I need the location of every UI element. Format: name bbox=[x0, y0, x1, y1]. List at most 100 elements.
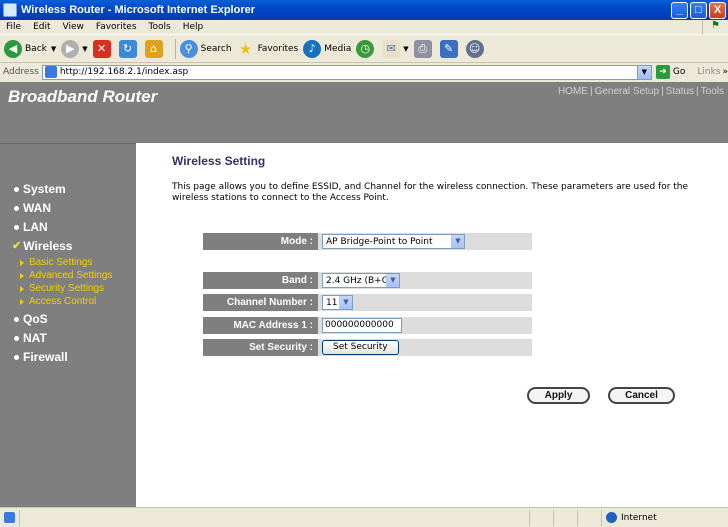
subitem-basic-settings[interactable]: Basic Settings bbox=[12, 256, 112, 269]
mail-dropdown-icon[interactable]: ▼ bbox=[403, 45, 408, 53]
ie-icon bbox=[3, 3, 17, 17]
bullet-icon bbox=[14, 187, 19, 192]
history-button[interactable]: ◷ bbox=[356, 40, 377, 58]
bullet-icon bbox=[14, 206, 19, 211]
checkmark-icon: ✔ bbox=[12, 240, 22, 252]
mac-address-label: MAC Address 1 : bbox=[203, 317, 318, 334]
search-button[interactable]: ⚲ Search bbox=[179, 40, 232, 58]
channel-value: 11 bbox=[326, 297, 338, 308]
channel-label: Channel Number : bbox=[203, 294, 318, 311]
star-icon: ★ bbox=[238, 40, 253, 58]
bullet-icon bbox=[14, 355, 19, 360]
back-dropdown-icon[interactable]: ▼ bbox=[51, 45, 56, 53]
status-icon-area bbox=[0, 509, 20, 526]
triangle-right-icon bbox=[20, 285, 24, 292]
windows-logo-icon: ⚑ bbox=[702, 20, 728, 35]
menu-edit[interactable]: Edit bbox=[27, 22, 56, 32]
subitem-advanced-settings[interactable]: Advanced Settings bbox=[12, 269, 112, 282]
sidebar-item-lan[interactable]: LAN bbox=[12, 218, 112, 237]
mode-select[interactable]: AP Bridge-Point to Point ▼ bbox=[322, 234, 465, 249]
address-url: http://192.168.2.1/index.asp bbox=[59, 67, 189, 77]
page-title: Wireless Setting bbox=[172, 154, 266, 168]
back-arrow-icon: ◀ bbox=[4, 40, 22, 58]
band-select[interactable]: 2.4 GHz (B+G) ▼ bbox=[322, 273, 400, 288]
address-label: Address bbox=[3, 67, 39, 77]
stop-button[interactable]: ✕ bbox=[92, 40, 114, 58]
favorites-button[interactable]: ★ Favorites bbox=[237, 40, 298, 58]
bullet-icon bbox=[14, 317, 19, 322]
nav-divider: | bbox=[696, 86, 699, 97]
nav-home[interactable]: HOME bbox=[558, 86, 588, 97]
chevron-down-icon: ▼ bbox=[451, 235, 464, 248]
media-icon: ♪ bbox=[303, 40, 322, 58]
sidebar-item-label: LAN bbox=[23, 220, 48, 234]
sidebar-item-qos[interactable]: QoS bbox=[12, 310, 112, 329]
menu-help[interactable]: Help bbox=[177, 22, 210, 32]
apply-button[interactable]: Apply bbox=[527, 387, 590, 404]
edit-icon: ✎ bbox=[439, 40, 458, 58]
forward-dropdown-icon[interactable]: ▼ bbox=[82, 45, 87, 53]
maximize-button[interactable]: □ bbox=[690, 1, 707, 19]
menu-file[interactable]: File bbox=[0, 22, 27, 32]
window-title: Wireless Router - Microsoft Internet Exp… bbox=[21, 4, 256, 16]
mac-address-input[interactable]: 000000000000 bbox=[322, 318, 402, 333]
channel-select[interactable]: 11 ▼ bbox=[322, 295, 353, 310]
mail-icon: ✉ bbox=[382, 40, 401, 58]
bullet-icon bbox=[14, 336, 19, 341]
print-icon: ⎙ bbox=[413, 40, 432, 58]
top-nav: HOME | General Setup | Status | Tools bbox=[558, 86, 724, 97]
menu-view[interactable]: View bbox=[57, 22, 90, 32]
sidebar-item-wan[interactable]: WAN bbox=[12, 199, 112, 218]
nav-divider: | bbox=[589, 86, 593, 97]
search-label: Search bbox=[200, 44, 232, 54]
nav-status[interactable]: Status bbox=[666, 86, 694, 97]
edit-button[interactable]: ✎ bbox=[439, 40, 461, 58]
browser-toolbar: ◀ Back ▼ ▶ ▼ ✕ ↻ ⌂ ⚲ Search ★ Favorites … bbox=[0, 36, 728, 63]
menu-tools[interactable]: Tools bbox=[143, 22, 177, 32]
minimize-button[interactable]: _ bbox=[671, 1, 688, 19]
ie-page-icon bbox=[4, 511, 15, 523]
sidebar-item-label: QoS bbox=[23, 312, 48, 326]
address-dropdown-icon[interactable]: ▼ bbox=[636, 65, 651, 79]
go-button[interactable]: ➜ Go bbox=[655, 65, 685, 79]
back-button[interactable]: ◀ Back ▼ bbox=[4, 40, 56, 58]
sidebar-item-label: System bbox=[23, 182, 66, 196]
sidebar-item-label: Wireless bbox=[23, 239, 73, 253]
subitem-label: Basic Settings bbox=[29, 257, 93, 268]
cancel-button[interactable]: Cancel bbox=[608, 387, 675, 404]
sidebar-item-label: NAT bbox=[23, 331, 47, 345]
subitem-label: Advanced Settings bbox=[29, 270, 113, 281]
forward-button[interactable]: ▶ ▼ bbox=[61, 40, 88, 58]
nav-tools[interactable]: Tools bbox=[701, 86, 724, 97]
menu-favorites[interactable]: Favorites bbox=[90, 22, 143, 32]
messenger-button[interactable]: ☺ bbox=[465, 40, 487, 58]
router-header: Broadband Router HOME | General Setup | Stat… bbox=[0, 82, 728, 143]
home-button[interactable]: ⌂ bbox=[144, 40, 166, 58]
chevron-right-icon[interactable]: » bbox=[722, 67, 728, 77]
links-button[interactable]: Links bbox=[697, 67, 720, 77]
set-security-button[interactable]: Set Security bbox=[322, 340, 399, 355]
sidebar-item-nat[interactable]: NAT bbox=[12, 329, 112, 348]
nav-divider: | bbox=[661, 86, 664, 97]
sidebar-item-firewall[interactable]: Firewall bbox=[12, 348, 112, 367]
subitem-access-control[interactable]: Access Control bbox=[12, 295, 112, 308]
main-content: Wireless Setting This page allows you to… bbox=[172, 154, 712, 204]
set-security-label: Set Security : bbox=[203, 339, 318, 356]
mail-button[interactable]: ✉ ▼ bbox=[382, 40, 409, 58]
refresh-icon: ↻ bbox=[118, 40, 137, 58]
triangle-right-icon bbox=[20, 259, 24, 266]
nav-general-setup[interactable]: General Setup bbox=[595, 86, 660, 97]
print-button[interactable]: ⎙ bbox=[413, 40, 435, 58]
status-cell bbox=[554, 509, 578, 526]
page-icon bbox=[44, 66, 57, 78]
media-button[interactable]: ♪ Media bbox=[303, 40, 351, 58]
close-button[interactable]: X bbox=[709, 1, 726, 19]
messenger-icon: ☺ bbox=[465, 40, 484, 58]
refresh-button[interactable]: ↻ bbox=[118, 40, 140, 58]
subitem-security-settings[interactable]: Security Settings bbox=[12, 282, 112, 295]
sidebar-item-wireless[interactable]: ✔ Wireless bbox=[12, 237, 112, 256]
sidebar-item-system[interactable]: System bbox=[12, 180, 112, 199]
sidebar-nav: System WAN LAN ✔ Wireless Basic Settings … bbox=[12, 180, 112, 367]
address-input[interactable]: http://192.168.2.1/index.asp ▼ bbox=[41, 64, 652, 80]
band-row: Band : 2.4 GHz (B+G) ▼ bbox=[203, 272, 532, 289]
